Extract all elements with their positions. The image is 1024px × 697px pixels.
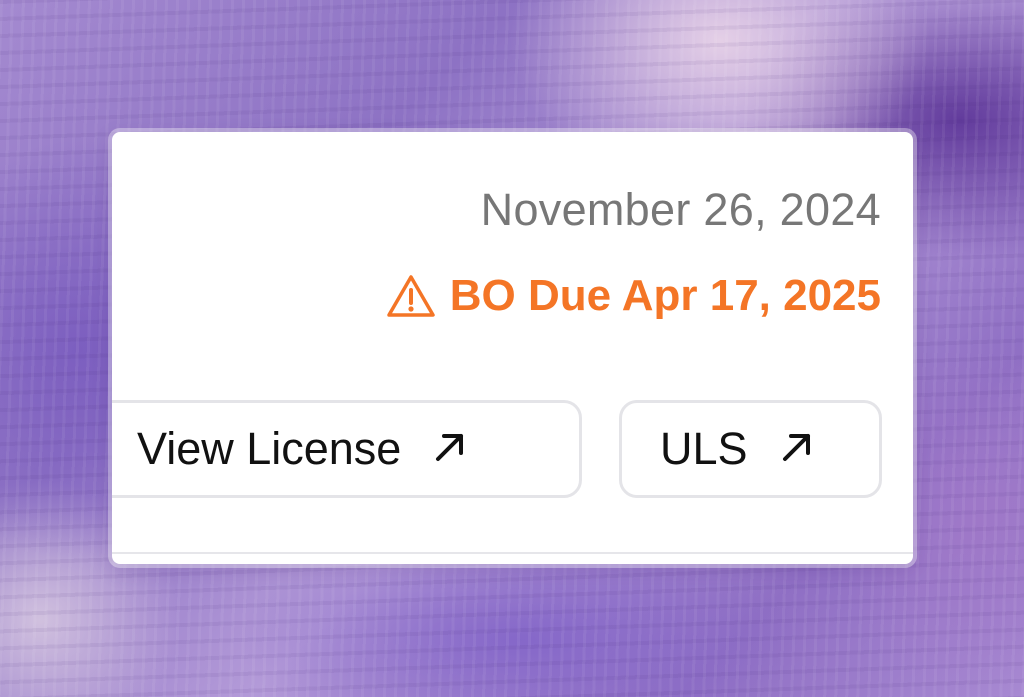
warning-icon xyxy=(386,273,436,319)
view-license-label: View License xyxy=(137,423,402,474)
license-card: November 26, 2024 BO Due Apr 17, 2025 Vi… xyxy=(112,132,913,564)
arrow-up-right-icon xyxy=(780,423,814,475)
due-notice: BO Due Apr 17, 2025 xyxy=(386,270,881,322)
card-divider xyxy=(112,552,913,554)
license-date: November 26, 2024 xyxy=(480,184,881,235)
uls-label: ULS xyxy=(660,423,748,474)
view-license-button[interactable]: View License xyxy=(112,400,582,498)
uls-button[interactable]: ULS xyxy=(619,400,882,498)
due-notice-label: BO Due Apr 17, 2025 xyxy=(449,271,881,320)
arrow-up-right-icon xyxy=(433,423,467,475)
